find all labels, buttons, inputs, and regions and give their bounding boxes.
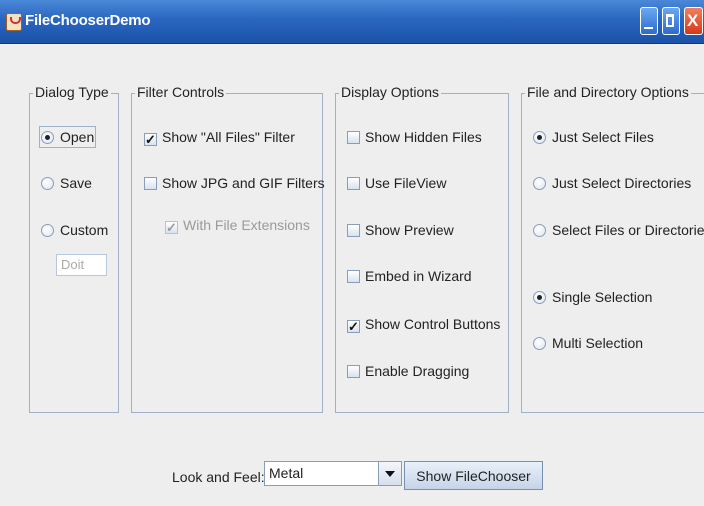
checkbox-wizard-indicator (347, 270, 360, 283)
radio-multi-indicator (533, 337, 546, 350)
filter-controls-title: Filter Controls (135, 84, 227, 100)
radio-single-label: Single Selection (552, 289, 653, 305)
look-and-feel-combo[interactable]: Metal (264, 461, 402, 486)
checkbox-show-preview[interactable]: Show Preview (347, 221, 454, 239)
checkbox-hidden-indicator (347, 131, 360, 144)
show-filechooser-button[interactable]: Show FileChooser (404, 461, 543, 490)
checkbox-preview-indicator (347, 224, 360, 237)
radio-single-indicator (533, 291, 546, 304)
checkbox-control-buttons-label: Show Control Buttons (365, 316, 501, 332)
checkbox-dragging-label: Enable Dragging (365, 363, 470, 379)
maximize-button[interactable] (662, 7, 680, 35)
title-bar[interactable]: FileChooserDemo X (0, 0, 704, 44)
checkbox-all-files-filter[interactable]: ✓ Show "All Files" Filter (144, 128, 295, 146)
radio-save-indicator (41, 177, 54, 190)
radio-custom-label: Custom (60, 222, 109, 238)
checkbox-fileview-label: Use FileView (365, 175, 447, 191)
dialog-type-title: Dialog Type (33, 84, 111, 100)
checkbox-jpg-gif-indicator (144, 177, 157, 190)
radio-open[interactable]: Open (38, 126, 97, 148)
display-options-title: Display Options (339, 84, 442, 100)
radio-save-label: Save (60, 175, 92, 191)
radio-custom[interactable]: Custom (41, 221, 108, 239)
radio-multi-selection[interactable]: Multi Selection (533, 334, 643, 352)
checkbox-preview-label: Show Preview (365, 222, 454, 238)
radio-select-files-or-directories[interactable]: Select Files or Directories (533, 221, 704, 239)
chevron-down-icon[interactable] (378, 462, 401, 485)
checkbox-file-extensions: ✓ With File Extensions (165, 216, 310, 234)
radio-custom-indicator (41, 224, 54, 237)
checkbox-use-fileview[interactable]: Use FileView (347, 174, 446, 192)
minimize-button[interactable] (640, 7, 658, 35)
checkbox-embed-in-wizard[interactable]: Embed in Wizard (347, 267, 472, 285)
file-directory-options-title: File and Directory Options (525, 84, 691, 100)
radio-directories-indicator (533, 177, 546, 190)
radio-directories-label: Just Select Directories (552, 175, 692, 191)
look-and-feel-value: Metal (269, 465, 304, 481)
radio-files-or-dirs-indicator (533, 224, 546, 237)
close-icon: X (687, 11, 699, 30)
checkbox-jpg-gif-label: Show JPG and GIF Filters (162, 175, 325, 191)
radio-just-select-files[interactable]: Just Select Files (533, 128, 654, 146)
checkbox-enable-dragging[interactable]: Enable Dragging (347, 362, 469, 380)
radio-single-selection[interactable]: Single Selection (533, 288, 652, 306)
radio-save[interactable]: Save (41, 174, 92, 192)
java-app-icon (6, 13, 22, 31)
checkbox-show-control-buttons[interactable]: ✓ Show Control Buttons (347, 315, 500, 333)
checkbox-show-hidden-files[interactable]: Show Hidden Files (347, 128, 482, 146)
close-button[interactable]: X (684, 7, 703, 35)
checkbox-fileview-indicator (347, 177, 360, 190)
checkbox-hidden-label: Show Hidden Files (365, 129, 482, 145)
checkbox-dragging-indicator (347, 365, 360, 378)
checkbox-all-files-indicator: ✓ (144, 132, 157, 147)
radio-files-label: Just Select Files (552, 129, 654, 145)
checkbox-wizard-label: Embed in Wizard (365, 268, 472, 284)
look-and-feel-label: Look and Feel: (172, 469, 265, 485)
window-title: FileChooserDemo (25, 12, 151, 29)
radio-files-or-dirs-label: Select Files or Directories (552, 222, 704, 238)
radio-just-select-directories[interactable]: Just Select Directories (533, 174, 691, 192)
radio-open-indicator (41, 131, 54, 144)
radio-files-indicator (533, 131, 546, 144)
checkbox-file-extensions-label: With File Extensions (183, 217, 310, 233)
custom-button-text-field[interactable]: Doit (56, 254, 107, 276)
checkbox-jpg-gif-filters[interactable]: Show JPG and GIF Filters (144, 174, 325, 192)
radio-multi-label: Multi Selection (552, 335, 644, 351)
checkbox-file-extensions-indicator: ✓ (165, 220, 178, 235)
radio-open-label: Open (60, 129, 95, 145)
checkbox-control-buttons-indicator: ✓ (347, 319, 360, 334)
checkbox-all-files-label: Show "All Files" Filter (162, 129, 295, 145)
